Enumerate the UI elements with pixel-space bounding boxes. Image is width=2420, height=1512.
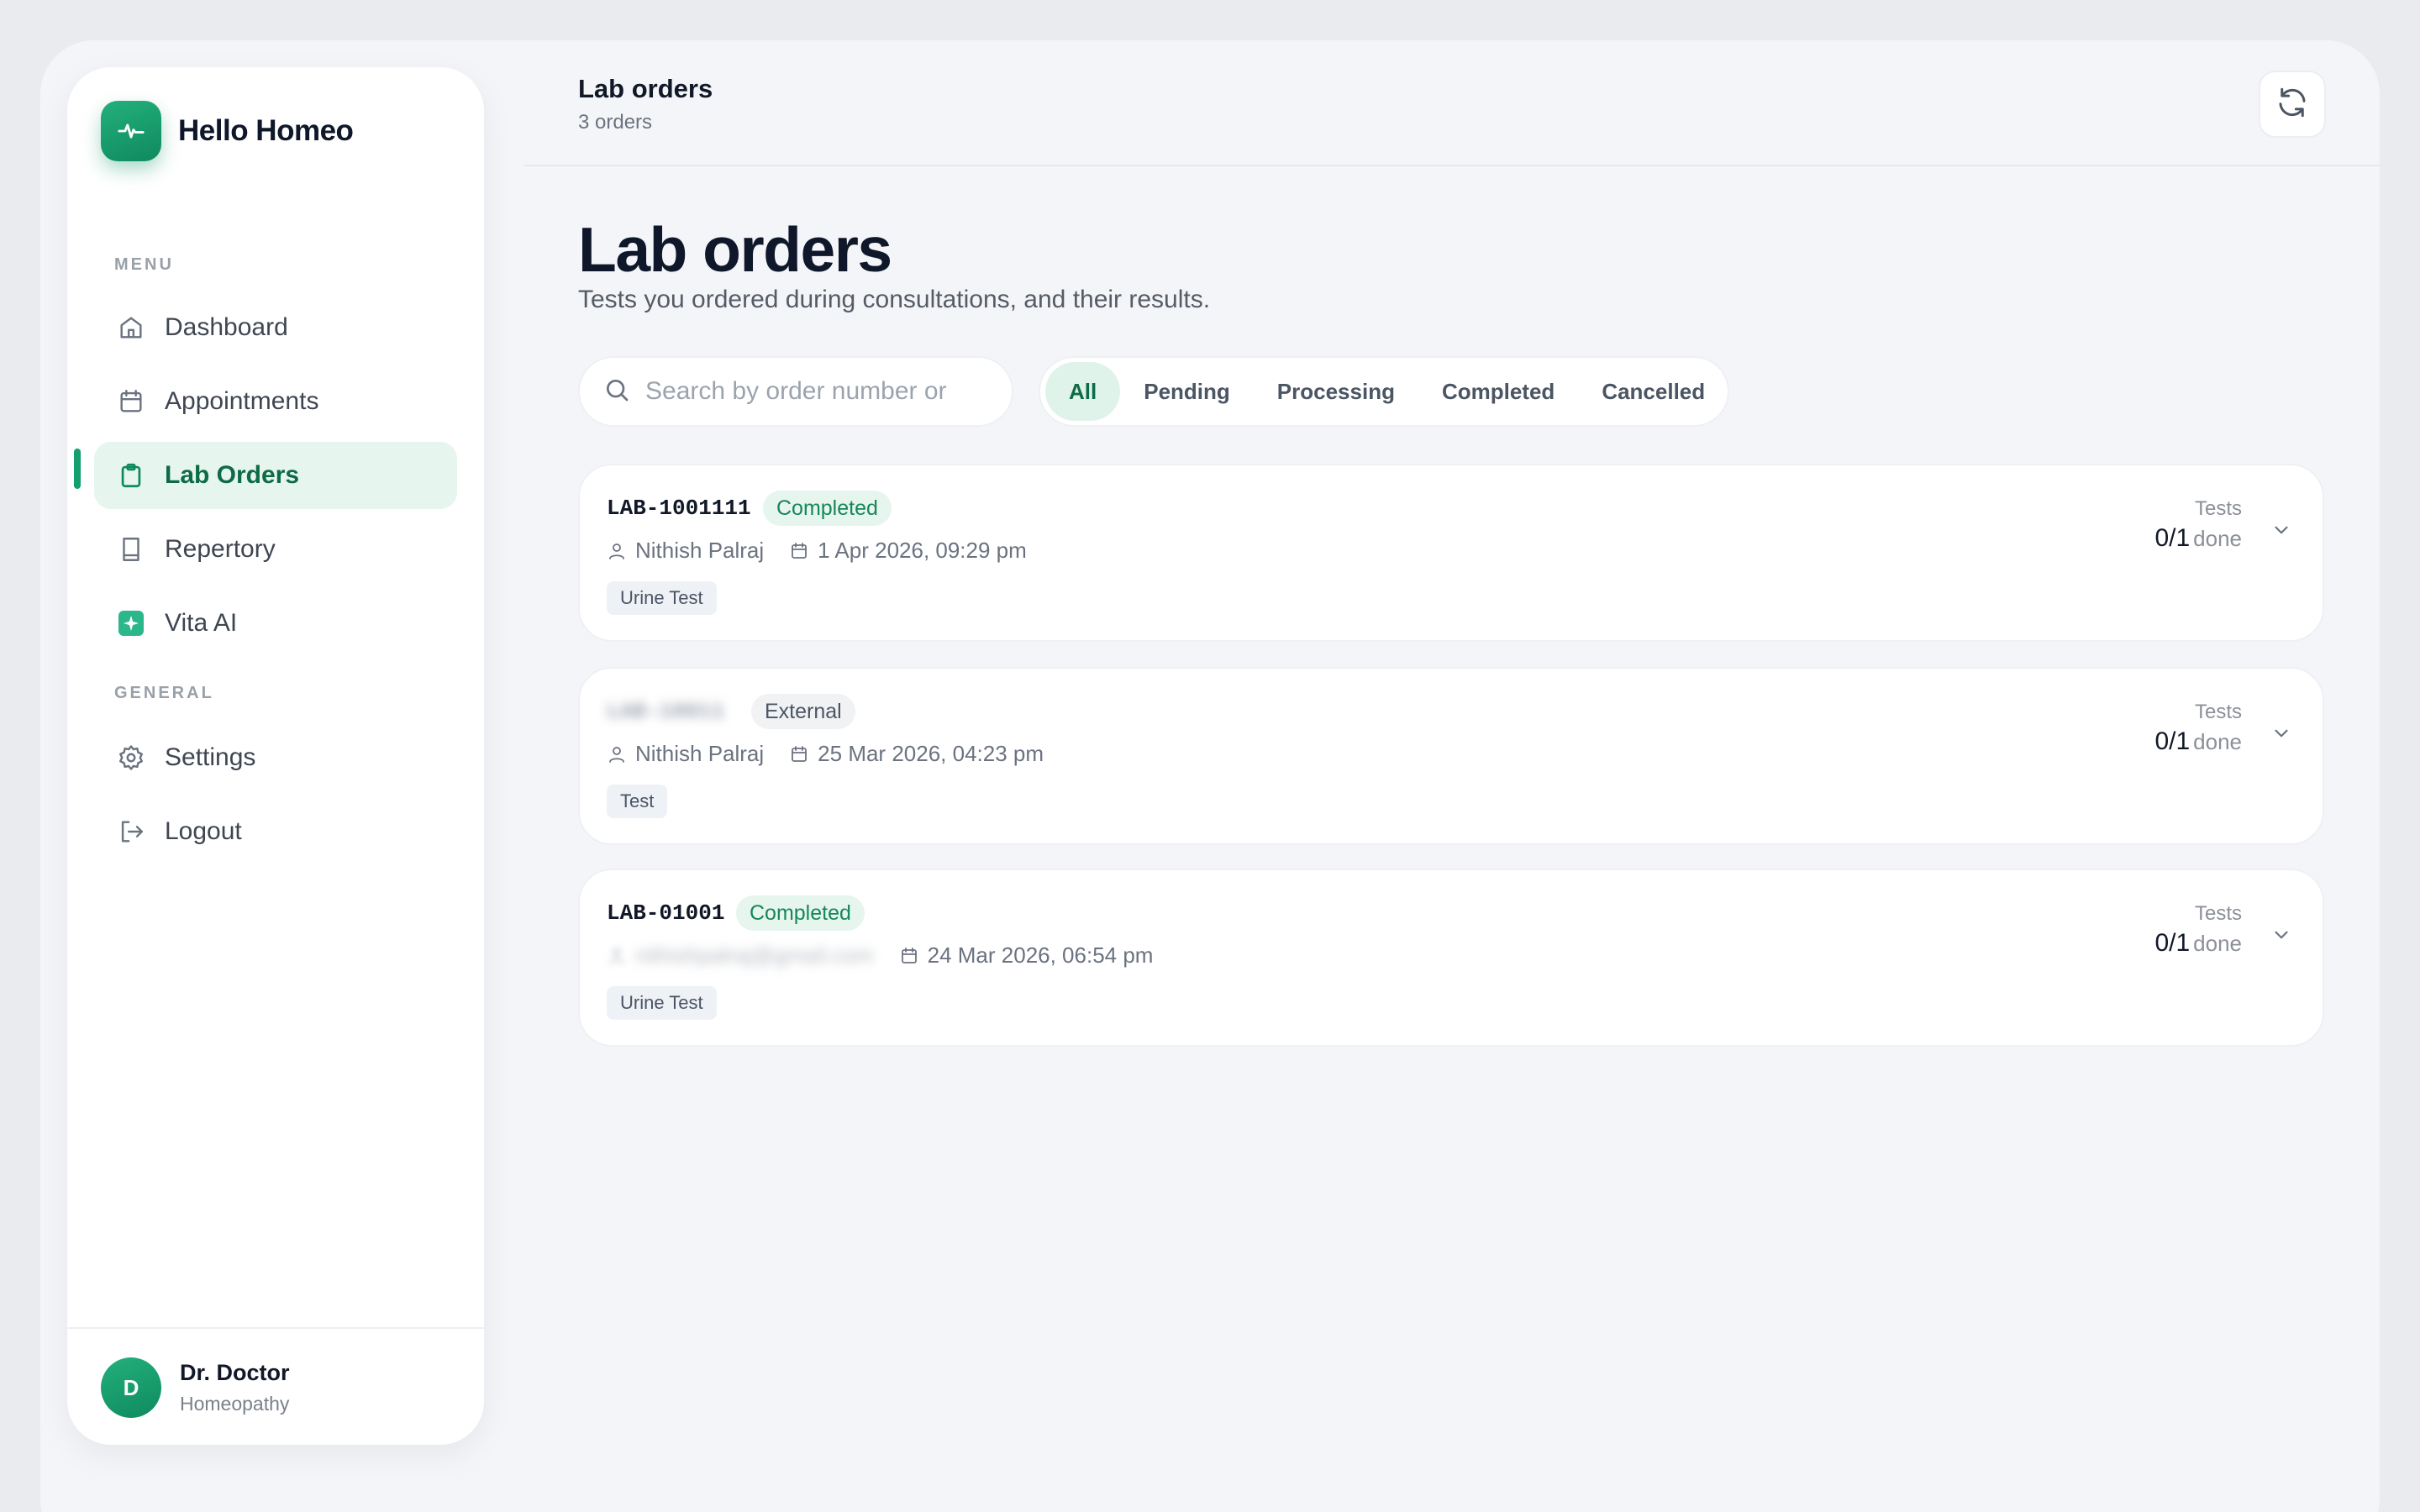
tests-count: 0/1 xyxy=(2154,524,2191,552)
active-indicator xyxy=(74,449,81,489)
tests-progress: 0/1 done xyxy=(2154,524,2242,553)
expand-chevron[interactable] xyxy=(2269,721,2294,746)
filter-completed[interactable]: Completed xyxy=(1418,362,1578,421)
sidebar-item-label: Vita AI xyxy=(165,609,238,637)
filter-all[interactable]: All xyxy=(1045,362,1121,421)
sidebar-item-label: Dashboard xyxy=(165,313,288,341)
page-subtitle: Tests you ordered during consultations, … xyxy=(578,286,1211,313)
sidebar-item-logout[interactable]: Logout xyxy=(94,798,457,865)
sidebar: Hello Homeo MENU Dashboard Appointments … xyxy=(67,67,484,1445)
search-icon xyxy=(603,376,630,407)
sidebar-item-label: Settings xyxy=(165,743,256,771)
book-icon xyxy=(114,533,148,566)
expand-chevron[interactable] xyxy=(2269,517,2294,543)
test-chip: Urine Test xyxy=(607,986,717,1020)
sidebar-item-lab-orders[interactable]: Lab Orders xyxy=(94,442,457,509)
sidebar-divider xyxy=(67,1327,484,1329)
logout-icon xyxy=(114,815,148,848)
sidebar-item-label: Repertory xyxy=(165,535,276,563)
user-icon xyxy=(609,543,624,559)
menu-section-label: MENU xyxy=(114,255,174,274)
brand[interactable]: Hello Homeo xyxy=(101,101,354,161)
clipboard-icon xyxy=(114,459,148,492)
filter-processing[interactable]: Processing xyxy=(1254,362,1418,421)
avatar: D xyxy=(101,1357,161,1418)
header-order-count: 3 orders xyxy=(578,111,653,134)
header-title: Lab orders xyxy=(578,74,713,103)
search-box[interactable] xyxy=(578,356,1013,427)
patient-name: Nithish Palraj xyxy=(635,741,765,766)
home-icon xyxy=(114,311,148,344)
order-number: LAB-01001 xyxy=(607,900,725,926)
tests-label: Tests xyxy=(2194,497,2242,520)
app-window: Hello Homeo MENU Dashboard Appointments … xyxy=(40,40,2380,1512)
status-filter-tabs: All Pending Processing Completed Cancell… xyxy=(1039,356,1729,427)
tests-label: Tests xyxy=(2194,701,2242,723)
order-date: 1 Apr 2026, 09:29 pm xyxy=(818,538,1027,563)
sidebar-item-settings[interactable]: Settings xyxy=(94,724,457,791)
refresh-icon xyxy=(2275,85,2310,124)
profile-role: Homeopathy xyxy=(180,1393,290,1415)
calendar-icon xyxy=(114,385,148,418)
sidebar-item-repertory[interactable]: Repertory xyxy=(94,516,457,583)
order-card[interactable]: LAB-10011 External Nithish Palraj 25 Mar… xyxy=(578,667,2324,845)
calendar-icon xyxy=(901,947,917,963)
calendar-icon xyxy=(792,542,808,559)
status-badge: Completed xyxy=(736,895,865,931)
header-divider xyxy=(524,165,2380,166)
brand-name: Hello Homeo xyxy=(178,114,354,147)
general-section-label: GENERAL xyxy=(114,684,214,702)
sidebar-item-vita-ai[interactable]: Vita AI xyxy=(94,590,457,657)
gear-icon xyxy=(114,741,148,774)
profile-name: Dr. Doctor xyxy=(180,1360,290,1385)
sidebar-item-dashboard[interactable]: Dashboard xyxy=(94,294,457,361)
tests-done-label: done xyxy=(2193,931,2242,956)
sidebar-item-label: Appointments xyxy=(165,387,319,415)
order-meta: Nithish Palraj 1 Apr 2026, 09:29 pm xyxy=(607,538,1052,564)
chevron-down-icon xyxy=(2275,729,2288,738)
status-badge: Completed xyxy=(763,491,892,526)
search-input[interactable] xyxy=(645,377,948,406)
filter-pending[interactable]: Pending xyxy=(1120,362,1254,421)
sparkle-icon xyxy=(114,606,148,640)
test-chip: Test xyxy=(607,785,668,818)
order-meta: Nithish Palraj 25 Mar 2026, 04:23 pm xyxy=(607,741,1069,767)
pulse-icon xyxy=(101,101,161,161)
tests-done-label: done xyxy=(2193,526,2242,551)
sidebar-item-appointments[interactable]: Appointments xyxy=(94,368,457,435)
user-profile[interactable]: D Dr. Doctor Homeopathy xyxy=(101,1357,290,1418)
order-number: LAB-1001111 xyxy=(607,496,751,521)
calendar-icon xyxy=(792,745,808,762)
order-number: LAB-10011 xyxy=(607,699,725,724)
tests-progress: 0/1 done xyxy=(2154,727,2242,756)
status-badge: External xyxy=(751,694,855,729)
order-card[interactable]: LAB-1001111 Completed Nithish Palraj 1 A… xyxy=(578,464,2324,642)
order-date: 25 Mar 2026, 04:23 pm xyxy=(818,741,1044,766)
user-icon xyxy=(609,948,624,964)
tests-count: 0/1 xyxy=(2154,727,2191,755)
expand-chevron[interactable] xyxy=(2269,922,2294,948)
order-card[interactable]: LAB-01001 Completed nithishpalraj@gmail.… xyxy=(578,869,2324,1047)
tests-done-label: done xyxy=(2193,729,2242,754)
sidebar-item-label: Logout xyxy=(165,817,242,845)
page-title: Lab orders xyxy=(578,214,892,285)
refresh-button[interactable] xyxy=(2259,71,2326,138)
sidebar-item-label: Lab Orders xyxy=(165,461,300,489)
chevron-down-icon xyxy=(2275,931,2288,939)
test-chip: Urine Test xyxy=(607,581,717,615)
chevron-down-icon xyxy=(2275,526,2288,534)
patient-name: Nithish Palraj xyxy=(635,538,765,563)
filter-cancelled[interactable]: Cancelled xyxy=(1578,362,1728,421)
order-date: 24 Mar 2026, 06:54 pm xyxy=(927,942,1154,968)
tests-label: Tests xyxy=(2194,902,2242,925)
tests-count: 0/1 xyxy=(2154,929,2191,957)
tests-progress: 0/1 done xyxy=(2154,929,2242,958)
order-meta: nithishpalraj@gmail.com 24 Mar 2026, 06:… xyxy=(607,942,1178,969)
patient-email: nithishpalraj@gmail.com xyxy=(635,942,874,968)
user-icon xyxy=(609,746,624,763)
